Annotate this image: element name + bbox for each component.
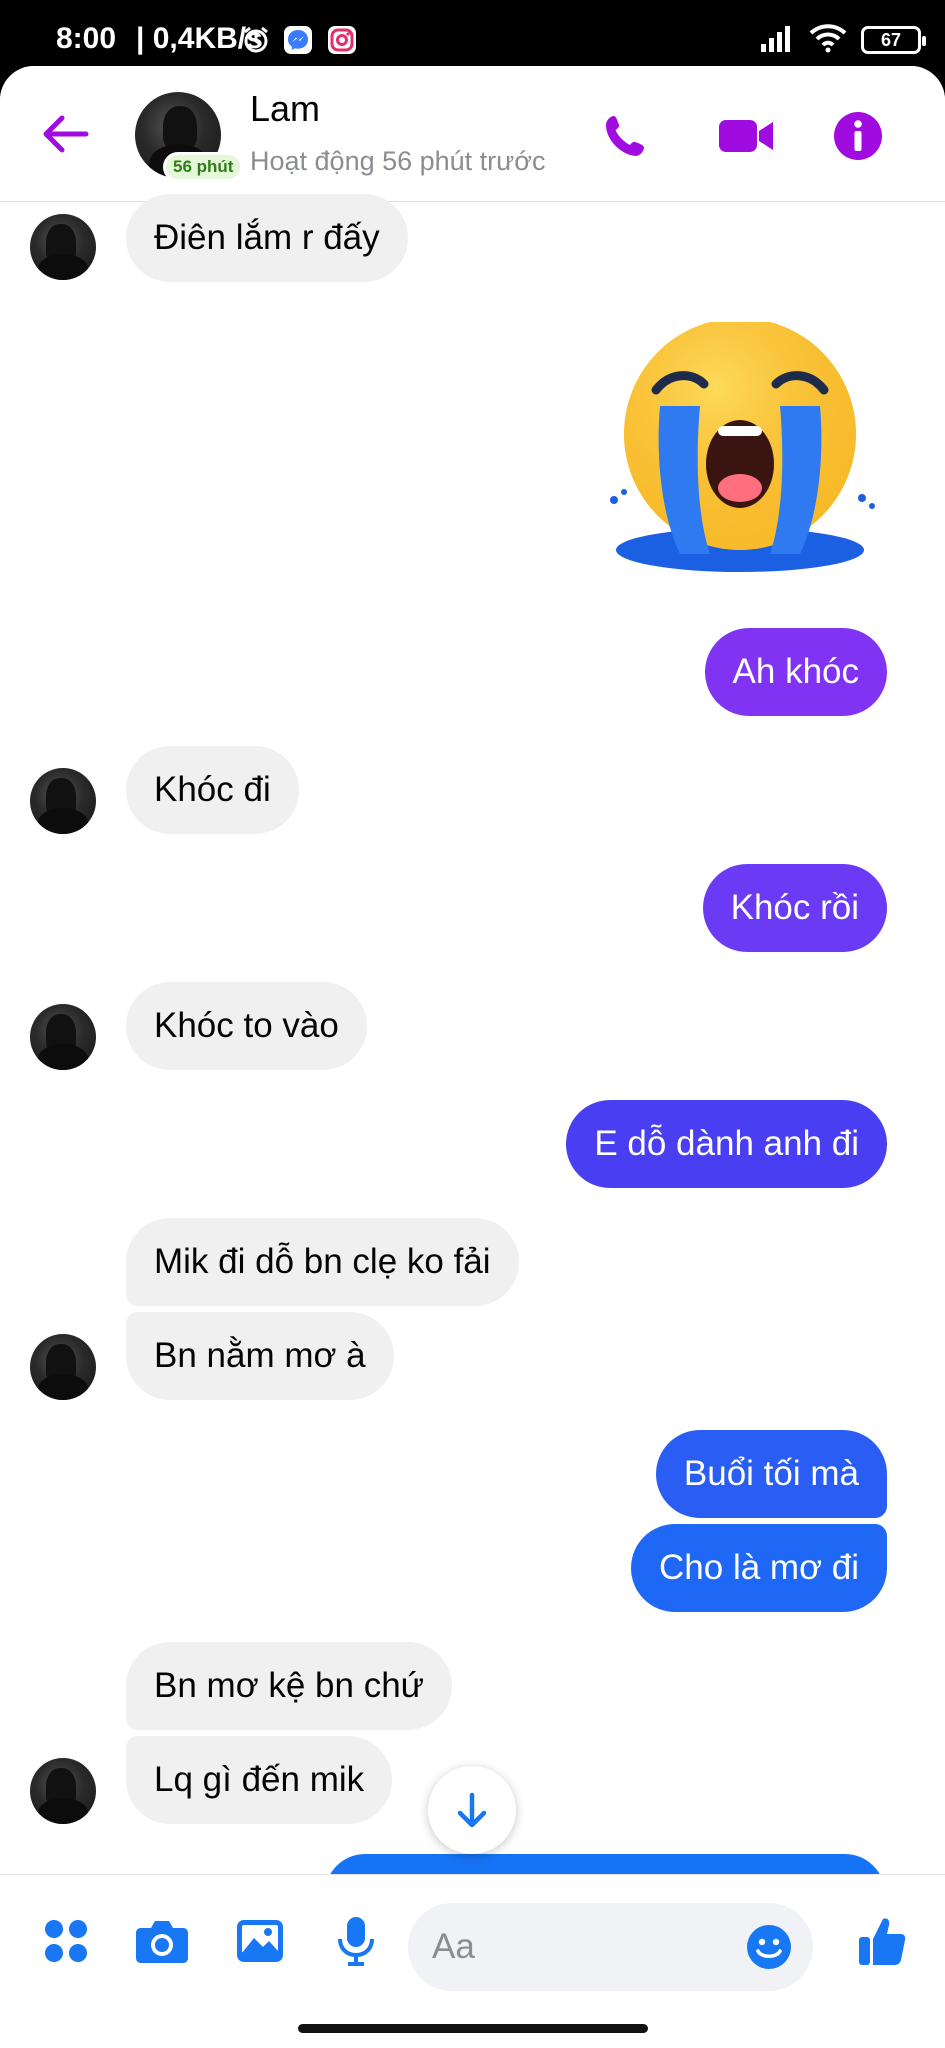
- message-bubble-incoming[interactable]: Mik đi dỗ bn clẹ ko fải: [126, 1218, 519, 1306]
- messenger-notification-icon: [282, 24, 314, 56]
- status-right-group: 67: [759, 23, 926, 58]
- thumbs-up-icon: [859, 1918, 906, 1965]
- four-dots-icon: [45, 1920, 87, 1962]
- scroll-to-bottom-button[interactable]: [428, 1766, 516, 1854]
- message-bubble-outgoing[interactable]: Khóc rồi: [702, 864, 887, 952]
- signal-icon: [759, 24, 795, 57]
- message-bubble-incoming[interactable]: Bn mơ kệ bn chứ: [126, 1642, 453, 1730]
- voice-message-button[interactable]: [326, 1911, 386, 1971]
- back-button[interactable]: [38, 106, 94, 162]
- message-bubble-outgoing[interactable]: E dỗ dành anh đi: [566, 1100, 887, 1188]
- alarm-icon: [240, 24, 272, 56]
- instagram-notification-icon: [326, 24, 358, 56]
- message-bubble-incoming[interactable]: Bn nằm mơ à: [126, 1312, 394, 1400]
- video-call-button[interactable]: [714, 106, 778, 166]
- voice-call-button[interactable]: [596, 106, 656, 166]
- conversation-info-button[interactable]: [828, 106, 888, 166]
- battery-indicator: 67: [861, 26, 926, 54]
- gallery-button[interactable]: [230, 1911, 290, 1971]
- message-composer: [0, 1874, 945, 2048]
- sender-avatar[interactable]: [30, 1334, 96, 1400]
- image-icon: [237, 1920, 283, 1962]
- loudly-crying-face-sticker[interactable]: [600, 322, 880, 582]
- message-bubble-outgoing[interactable]: Buổi tối mà: [655, 1430, 887, 1518]
- sender-avatar[interactable]: [30, 768, 96, 834]
- wifi-icon: [809, 23, 847, 58]
- active-time-badge: 56 phút: [163, 152, 244, 182]
- messenger-chat-screen: 56 phút Lam Hoạt động 56 phút trước Điên…: [0, 66, 945, 2048]
- microphone-icon: [338, 1917, 374, 1966]
- camera-icon: [136, 1921, 188, 1963]
- sender-avatar[interactable]: [30, 1758, 96, 1824]
- contact-name[interactable]: Lam: [250, 88, 320, 130]
- like-button[interactable]: [852, 1911, 912, 1971]
- message-bubble-outgoing[interactable]: Ah khóc: [704, 628, 887, 716]
- home-indicator: [298, 2024, 648, 2033]
- message-bubble-incoming[interactable]: Điên lắm r đấy: [126, 194, 408, 282]
- sender-avatar[interactable]: [30, 1004, 96, 1070]
- smiley-face-icon: [747, 1925, 791, 1969]
- arrow-left-icon: [43, 115, 89, 153]
- camera-button[interactable]: [132, 1911, 192, 1971]
- video-camera-icon: [719, 120, 773, 152]
- arrow-down-icon: [457, 1792, 487, 1828]
- message-bubble-incoming[interactable]: Lq gì đến mik: [126, 1736, 393, 1824]
- phone-icon: [606, 116, 644, 156]
- message-bubble-incoming[interactable]: Khóc to vào: [126, 982, 367, 1070]
- message-input-container[interactable]: [408, 1903, 813, 1991]
- message-input[interactable]: [432, 1903, 732, 1991]
- more-actions-button[interactable]: [36, 1911, 96, 1971]
- chat-header: 56 phút Lam Hoạt động 56 phút trước: [0, 66, 945, 202]
- info-icon: [834, 112, 882, 160]
- status-time: 8:00: [56, 22, 117, 55]
- sender-avatar[interactable]: [30, 214, 96, 280]
- message-bubble-outgoing[interactable]: Cho là mơ đi: [631, 1524, 887, 1612]
- emoji-picker-button[interactable]: [739, 1917, 799, 1977]
- message-bubble-incoming[interactable]: Khóc đi: [126, 746, 299, 834]
- contact-active-status: Hoạt động 56 phút trước: [250, 146, 546, 176]
